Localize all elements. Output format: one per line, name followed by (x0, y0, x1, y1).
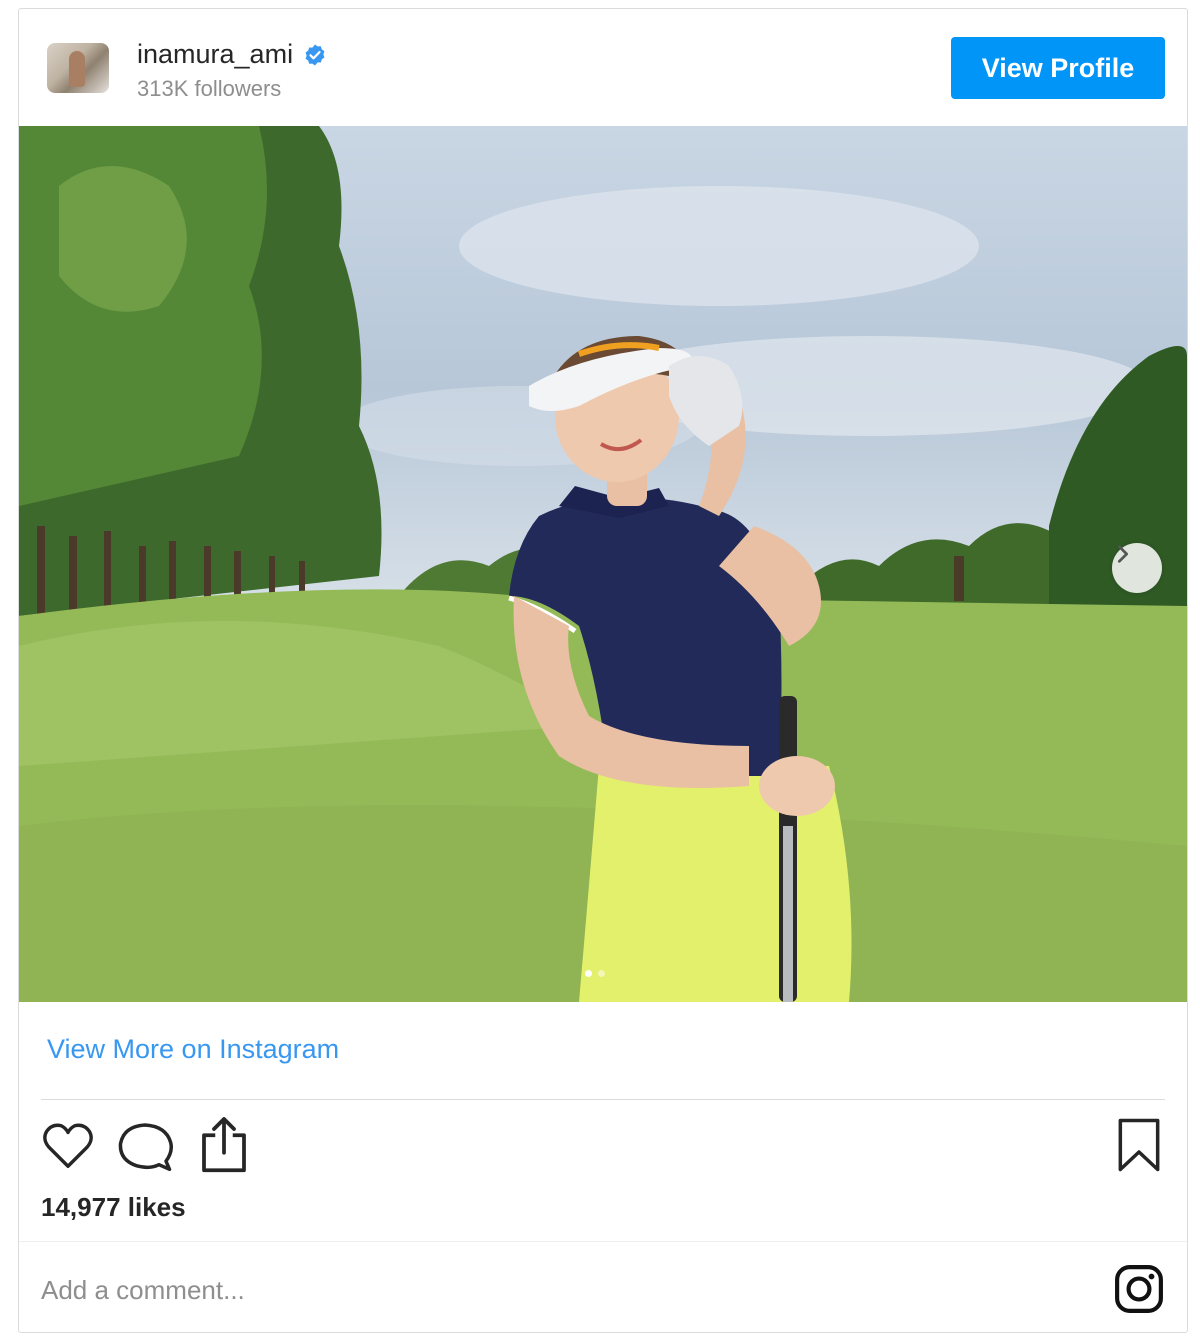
comment-button[interactable] (117, 1119, 173, 1178)
share-button[interactable] (199, 1115, 249, 1178)
view-more-on-instagram-link[interactable]: View More on Instagram (47, 1034, 339, 1065)
post-photo[interactable] (19, 126, 1187, 1002)
carousel-dot-active (585, 970, 592, 977)
instagram-embed-card: inamura_ami 313K followers View Profile (18, 8, 1188, 1333)
share-icon (202, 1117, 246, 1173)
save-button[interactable] (1115, 1117, 1163, 1178)
verified-badge-icon (305, 44, 325, 65)
post-header: inamura_ami 313K followers View Profile (19, 9, 1187, 126)
follower-count: 313K followers (137, 76, 282, 101)
carousel-next-button[interactable] (1112, 543, 1162, 593)
comment-icon (118, 1123, 173, 1172)
comment-input[interactable] (41, 1270, 1091, 1310)
heart-icon (43, 1123, 93, 1168)
avatar-figure (69, 51, 85, 87)
view-profile-button[interactable]: View Profile (951, 37, 1165, 99)
comment-row (19, 1241, 1187, 1333)
instagram-link[interactable] (1114, 1264, 1164, 1319)
golf-course-scene (19, 126, 1187, 1002)
username[interactable]: inamura_ami (137, 39, 293, 70)
like-count: 14,977 likes (41, 1192, 186, 1222)
carousel-dot (598, 970, 605, 977)
instagram-logo-icon (1115, 1265, 1163, 1313)
chevron-right-icon (1117, 545, 1129, 563)
like-button[interactable] (41, 1121, 95, 1176)
username-row[interactable]: inamura_ami (137, 39, 327, 70)
avatar[interactable] (47, 43, 109, 93)
bookmark-icon (1118, 1118, 1160, 1172)
carousel-indicator (585, 970, 605, 977)
divider (41, 1099, 1165, 1100)
